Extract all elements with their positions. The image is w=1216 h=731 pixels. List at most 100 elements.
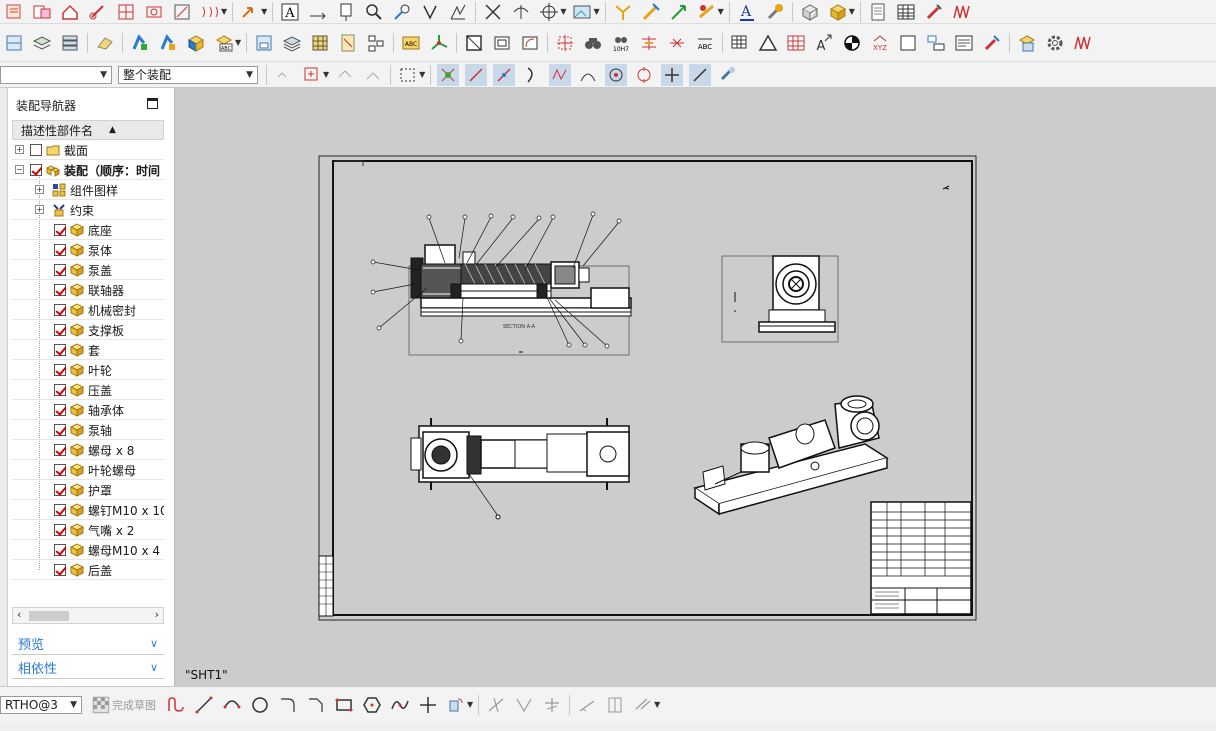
stack-icon[interactable] (59, 32, 81, 54)
dropdown-arrow-icon[interactable]: ▼ (849, 7, 855, 16)
xyz-icon[interactable]: XYZ (869, 32, 891, 54)
visibility-checkbox[interactable] (54, 224, 66, 236)
deselect2-icon[interactable] (362, 64, 384, 86)
dependency-panel-header[interactable]: 相依性 ∨ (12, 657, 164, 679)
visibility-checkbox[interactable] (54, 464, 66, 476)
tree-row[interactable]: 后盖 (12, 560, 164, 580)
doc-icon[interactable] (953, 32, 975, 54)
tree-row[interactable]: 轴承体 (12, 400, 164, 420)
broken-view-icon[interactable] (199, 1, 221, 23)
profile-icon[interactable] (165, 694, 187, 716)
scroll-left-icon[interactable]: ‹ (17, 608, 21, 621)
note-icon[interactable] (335, 1, 357, 23)
tree-row[interactable]: 螺钉M10 x 10 (12, 500, 164, 520)
visibility-checkbox[interactable] (54, 524, 66, 536)
visibility-checkbox[interactable] (54, 304, 66, 316)
zoom-icon[interactable] (363, 1, 385, 23)
binocular-icon[interactable] (582, 32, 604, 54)
scroll-thumb[interactable] (29, 611, 69, 621)
dropdown-arrow-icon[interactable]: ▼ (235, 38, 241, 47)
square-icon[interactable] (897, 32, 919, 54)
surface-finish-icon[interactable] (447, 1, 469, 23)
part-view-icon[interactable] (31, 1, 53, 23)
abc-icon[interactable]: ABC (213, 32, 235, 54)
expand-icon[interactable]: + (35, 185, 44, 194)
snap-filter-icon[interactable] (273, 64, 295, 86)
dim-icon[interactable] (666, 32, 688, 54)
tree-row[interactable]: 机械密封 (12, 300, 164, 320)
move-icon[interactable] (696, 1, 718, 23)
tree-row[interactable]: 螺母 x 8 (12, 440, 164, 460)
tree-row[interactable]: 压盖 (12, 380, 164, 400)
brush-icon[interactable] (923, 1, 945, 23)
visibility-checkbox[interactable] (54, 444, 66, 456)
visibility-checkbox[interactable] (54, 384, 66, 396)
snap-icon[interactable] (632, 694, 654, 716)
spring-icon[interactable] (951, 1, 973, 23)
dim-icon[interactable] (604, 694, 626, 716)
tree-row[interactable]: + 截面 (12, 140, 164, 160)
move-component-icon[interactable] (157, 32, 179, 54)
visibility-checkbox[interactable] (54, 264, 66, 276)
triangle-icon[interactable] (757, 32, 779, 54)
visibility-checkbox[interactable] (30, 164, 42, 176)
dots-icon[interactable] (554, 32, 576, 54)
abc-box-icon[interactable]: ABC (400, 32, 422, 54)
text-style-icon[interactable]: A (736, 1, 758, 23)
sheet-icon[interactable] (253, 32, 275, 54)
tree-row[interactable]: 支撑板 (12, 320, 164, 340)
arc-icon[interactable] (221, 694, 243, 716)
spline-icon[interactable] (389, 694, 411, 716)
snap-paint-icon[interactable] (717, 64, 739, 86)
visibility-checkbox[interactable] (54, 244, 66, 256)
snap-curve-icon[interactable] (493, 63, 516, 86)
layout-icon[interactable] (3, 32, 25, 54)
tree-row[interactable]: 叶轮 (12, 360, 164, 380)
cross-icon[interactable] (482, 1, 504, 23)
tolerance-icon[interactable]: 10H7 (610, 32, 632, 54)
gear-icon[interactable] (1044, 32, 1066, 54)
square-icon[interactable] (491, 32, 513, 54)
polygon-icon[interactable] (361, 694, 383, 716)
grid-icon[interactable] (785, 32, 807, 54)
snap-quadrant-icon[interactable] (633, 64, 655, 86)
cube-icon[interactable] (1016, 32, 1038, 54)
snap-mid-icon[interactable] (549, 63, 572, 86)
visibility-checkbox[interactable] (54, 484, 66, 496)
dropdown-arrow-icon[interactable]: ▼ (593, 7, 599, 16)
constraint-icon[interactable] (576, 694, 598, 716)
tools-icon[interactable] (640, 1, 662, 23)
plus-select-icon[interactable] (301, 64, 323, 86)
image-icon[interactable] (571, 1, 593, 23)
tree-row[interactable]: 气嘴 x 2 (12, 520, 164, 540)
arc-icon[interactable] (519, 32, 541, 54)
abc-text-icon[interactable]: ABC (694, 32, 716, 54)
tree-row[interactable]: 泵体 (12, 240, 164, 260)
layers-icon[interactable] (31, 32, 53, 54)
tree-row[interactable]: 泵盖 (12, 260, 164, 280)
snap-plus-icon[interactable] (661, 63, 684, 86)
chamfer-icon[interactable] (305, 694, 327, 716)
arrow-tools-icon[interactable] (239, 1, 261, 23)
snap-grid-icon[interactable] (437, 63, 460, 86)
scope-select[interactable]: 整个装配 ▼ (118, 65, 258, 84)
check-icon[interactable] (419, 1, 441, 23)
tree-row[interactable]: 底座 (12, 220, 164, 240)
snap-point-icon[interactable] (521, 64, 543, 86)
symbol-icon[interactable] (925, 32, 947, 54)
wrench-icon[interactable] (764, 1, 786, 23)
cube-grid-icon[interactable] (309, 32, 331, 54)
visibility-checkbox[interactable] (54, 284, 66, 296)
snap-circle-icon[interactable] (605, 63, 628, 86)
grid-red-icon[interactable] (115, 1, 137, 23)
eraser-icon[interactable] (94, 32, 116, 54)
fillet-icon[interactable] (277, 694, 299, 716)
drawing-canvas[interactable]: SECTION A-A "SHT1" (175, 88, 1216, 686)
expand-icon[interactable]: + (15, 145, 24, 154)
contrast-icon[interactable] (841, 32, 863, 54)
box-icon[interactable] (799, 1, 821, 23)
horizontal-scrollbar[interactable]: ‹ › (12, 607, 164, 624)
tree-row[interactable]: + 组件图样 (12, 180, 164, 200)
axis-icon[interactable] (428, 32, 450, 54)
extend-icon[interactable] (513, 694, 535, 716)
